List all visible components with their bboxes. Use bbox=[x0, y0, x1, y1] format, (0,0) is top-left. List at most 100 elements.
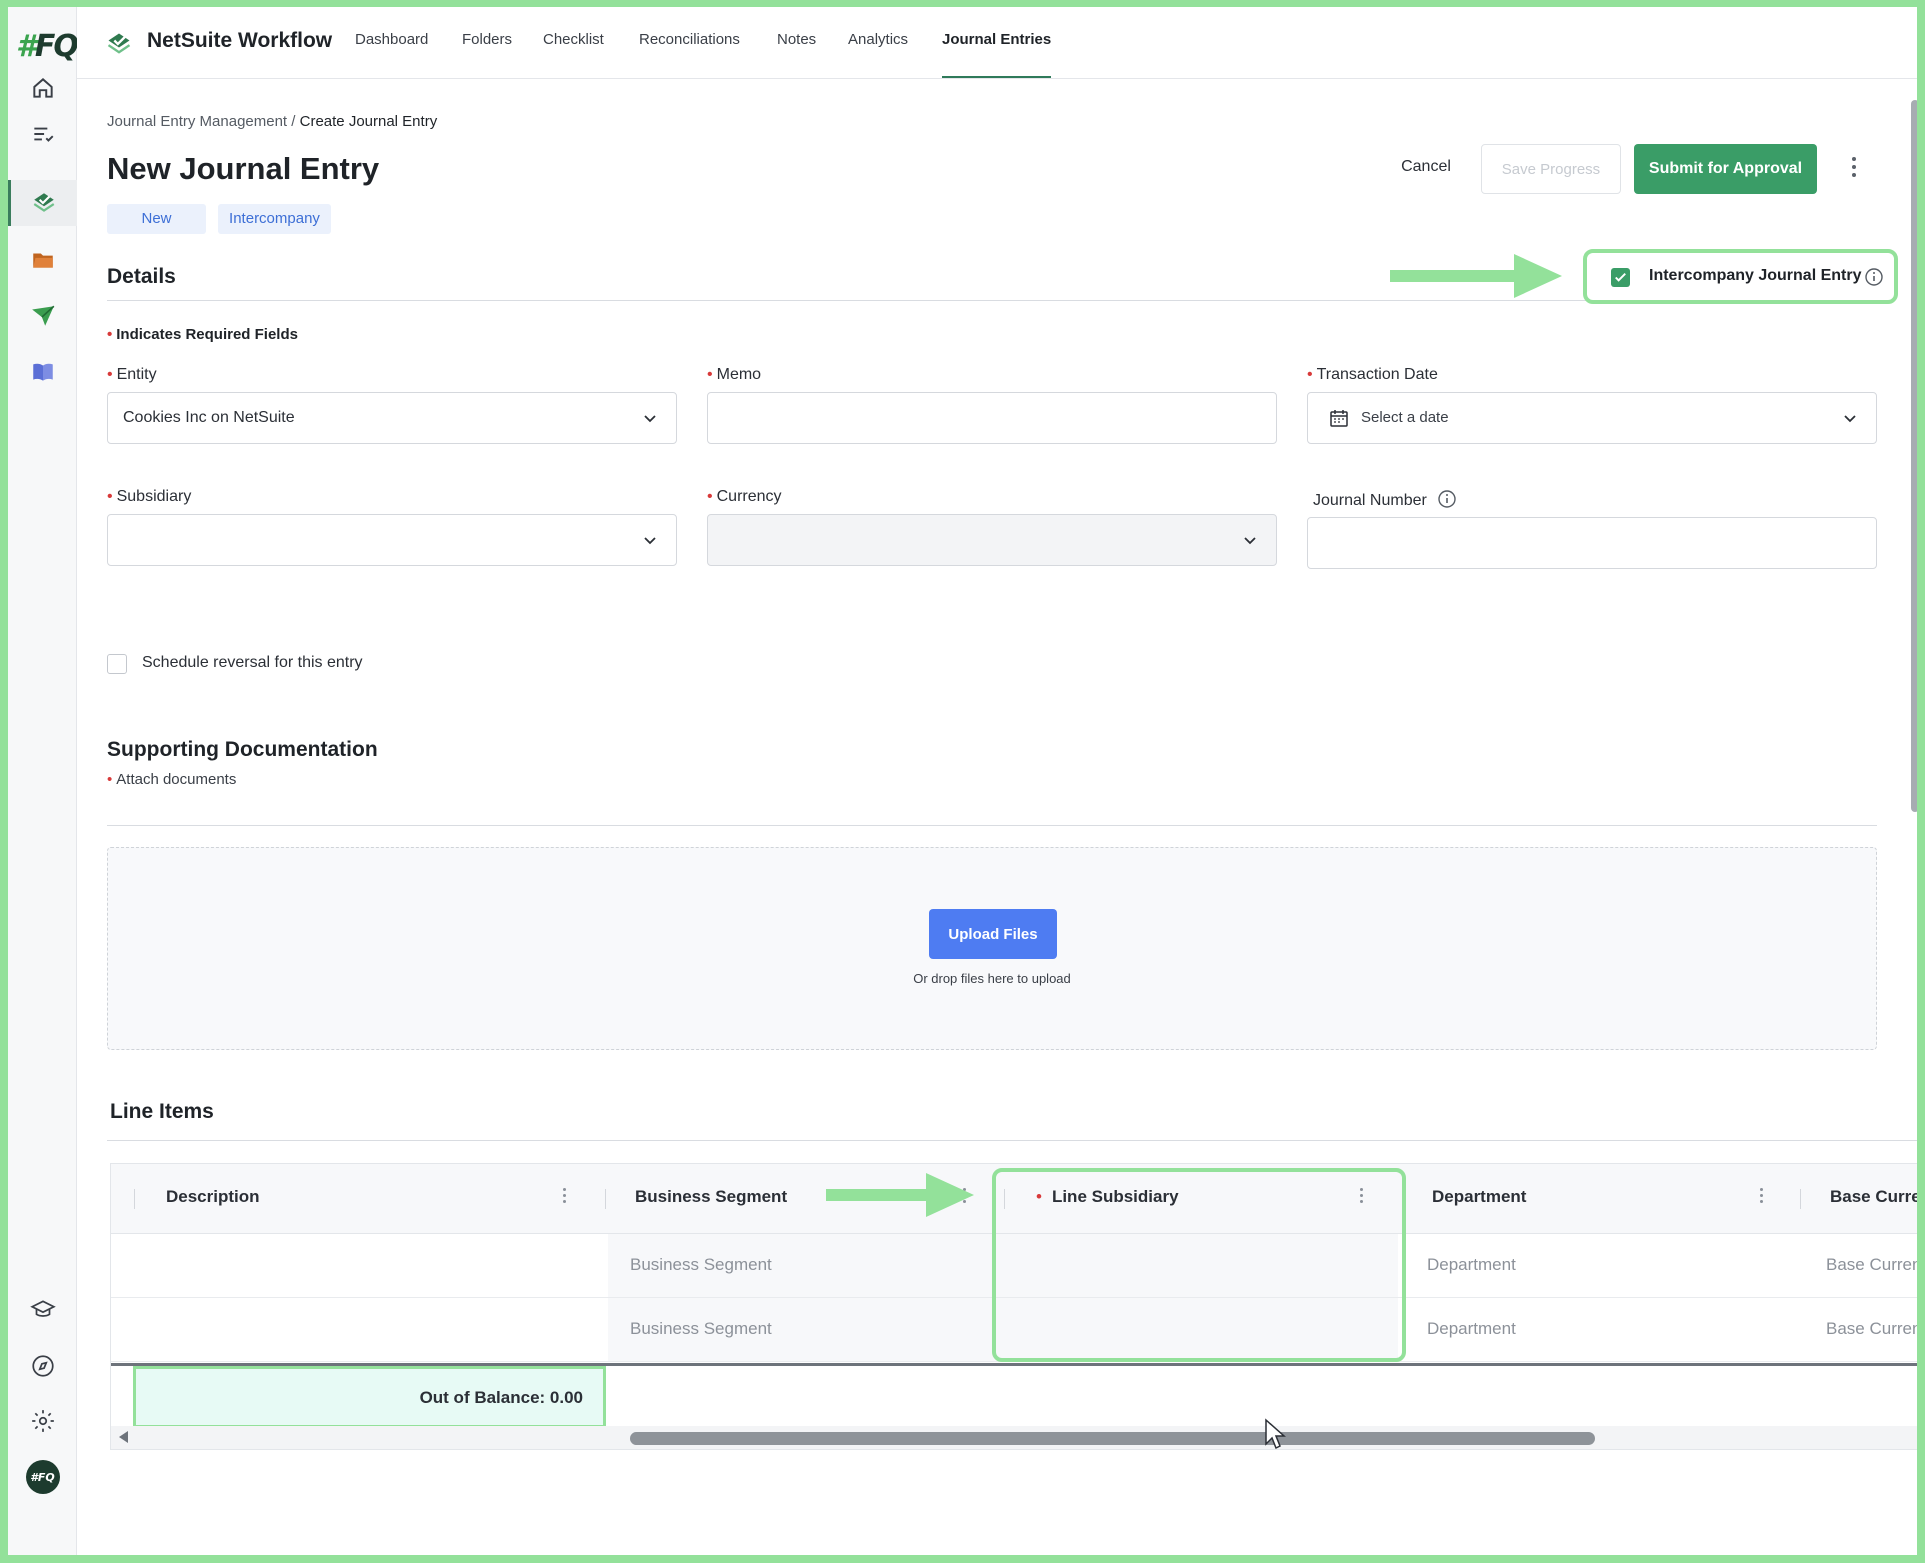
description-cell[interactable] bbox=[111, 1234, 608, 1297]
breadcrumb-separator: / bbox=[291, 113, 296, 130]
memo-input[interactable] bbox=[707, 392, 1277, 444]
save-progress-button[interactable]: Save Progress bbox=[1481, 144, 1621, 194]
department-value[interactable]: Department bbox=[1427, 1319, 1516, 1339]
column-header-business-segment[interactable]: Business Segment bbox=[635, 1187, 787, 1207]
transaction-date-picker[interactable]: Select a date bbox=[1307, 392, 1877, 444]
memo-label-text: Memo bbox=[716, 366, 762, 383]
status-badge-new: New bbox=[107, 204, 206, 234]
more-options-icon[interactable] bbox=[1844, 153, 1864, 185]
logo-letters: FQ bbox=[34, 29, 79, 64]
column-separator bbox=[1800, 1189, 1801, 1209]
breadcrumb-parent-link[interactable]: Journal Entry Management bbox=[107, 113, 287, 130]
upload-files-button[interactable]: Upload Files bbox=[929, 909, 1057, 959]
mouse-cursor-icon bbox=[1265, 1418, 1286, 1450]
line-items-divider bbox=[107, 1140, 1917, 1141]
column-separator bbox=[605, 1189, 606, 1209]
tab-checklist[interactable]: Checklist bbox=[543, 31, 604, 78]
entity-label: • Entity bbox=[107, 366, 157, 383]
memo-label: • Memo bbox=[707, 366, 762, 383]
learning-icon[interactable] bbox=[8, 1287, 77, 1333]
attach-documents-text: Attach documents bbox=[116, 771, 237, 788]
column-header-description[interactable]: Description bbox=[166, 1187, 260, 1207]
avatar-label: #FQ bbox=[25, 1460, 60, 1494]
tab-notes[interactable]: Notes bbox=[777, 31, 816, 78]
gear-icon[interactable] bbox=[8, 1398, 77, 1444]
intercompany-toggle-highlight: Intercompany Journal Entry bbox=[1583, 249, 1898, 304]
subsidiary-select[interactable] bbox=[107, 514, 677, 566]
out-of-balance-text: Out of Balance: 0.00 bbox=[419, 1388, 583, 1407]
tasks-icon[interactable] bbox=[8, 111, 77, 157]
column-menu-icon[interactable] bbox=[1760, 1188, 1764, 1208]
base-currency-value[interactable]: Base Curren bbox=[1826, 1319, 1917, 1339]
currency-select[interactable] bbox=[707, 514, 1277, 566]
info-icon[interactable] bbox=[1437, 489, 1457, 509]
journal-number-input[interactable] bbox=[1307, 517, 1877, 569]
department-value[interactable]: Department bbox=[1427, 1255, 1516, 1275]
business-segment-value: Business Segment bbox=[630, 1319, 772, 1338]
chevron-down-icon bbox=[1844, 415, 1856, 423]
breadcrumb: Journal Entry Management / Create Journa… bbox=[107, 113, 437, 130]
transaction-date-placeholder: Select a date bbox=[1361, 409, 1449, 426]
app-title: NetSuite Workflow bbox=[147, 29, 333, 52]
compass-icon[interactable] bbox=[8, 1343, 77, 1389]
journal-number-label: Journal Number bbox=[1313, 489, 1457, 510]
tab-folders[interactable]: Folders bbox=[462, 31, 512, 78]
chevron-down-icon bbox=[644, 537, 656, 545]
send-icon[interactable] bbox=[8, 293, 77, 339]
entity-value: Cookies Inc on NetSuite bbox=[123, 409, 295, 426]
calendar-icon bbox=[1330, 410, 1348, 427]
chevron-down-icon bbox=[644, 415, 656, 423]
tab-reconciliations[interactable]: Reconciliations bbox=[639, 31, 740, 78]
tab-analytics[interactable]: Analytics bbox=[848, 31, 908, 78]
base-currency-value[interactable]: Base Curren bbox=[1826, 1255, 1917, 1275]
scroll-left-arrow-icon[interactable] bbox=[119, 1431, 128, 1443]
netsuite-workflow-logo-icon bbox=[107, 33, 131, 54]
currency-label-text: Currency bbox=[716, 488, 782, 505]
journal-number-label-text: Journal Number bbox=[1313, 492, 1427, 509]
tab-dashboard[interactable]: Dashboard bbox=[355, 31, 428, 78]
out-of-balance-indicator: Out of Balance: 0.00 bbox=[133, 1366, 606, 1428]
book-icon[interactable] bbox=[8, 349, 77, 395]
horizontal-scroll-thumb[interactable] bbox=[630, 1432, 1595, 1445]
fq-logo[interactable]: #FQ bbox=[16, 29, 79, 64]
transaction-date-label-text: Transaction Date bbox=[1316, 366, 1438, 383]
tab-journal-entries[interactable]: Journal Entries bbox=[942, 31, 1052, 78]
details-heading: Details bbox=[107, 265, 176, 288]
file-dropzone[interactable]: Upload Files Or drop files here to uploa… bbox=[107, 847, 1877, 1050]
column-header-department[interactable]: Department bbox=[1432, 1187, 1526, 1207]
currency-label: • Currency bbox=[707, 488, 782, 505]
subsidiary-label: • Subsidiary bbox=[107, 488, 192, 505]
attach-documents-note: • Attach documents bbox=[107, 771, 237, 788]
info-icon[interactable] bbox=[1864, 267, 1884, 287]
submit-for-approval-button[interactable]: Submit for Approval bbox=[1634, 144, 1817, 194]
column-header-base-currency[interactable]: Base Curre bbox=[1830, 1187, 1917, 1207]
intercompany-checkbox[interactable] bbox=[1611, 268, 1630, 287]
intercompany-label[interactable]: Intercompany Journal Entry bbox=[1649, 267, 1862, 285]
drop-hint: Or drop files here to upload bbox=[913, 971, 1071, 986]
schedule-reversal-checkbox[interactable] bbox=[107, 654, 127, 674]
line-subsidiary-highlight bbox=[992, 1168, 1406, 1362]
schedule-reversal-label[interactable]: Schedule reversal for this entry bbox=[142, 654, 363, 672]
folder-icon[interactable] bbox=[8, 237, 77, 283]
required-fields-note: • Indicates Required Fields bbox=[107, 326, 298, 343]
required-note-text: Indicates Required Fields bbox=[116, 326, 298, 343]
chevron-down-icon bbox=[1244, 537, 1256, 545]
vertical-scrollbar[interactable] bbox=[1911, 100, 1919, 812]
entity-select[interactable]: Cookies Inc on NetSuite bbox=[107, 392, 677, 444]
workflow-icon[interactable] bbox=[8, 180, 77, 226]
page-title: New Journal Entry bbox=[107, 151, 380, 186]
status-badge-intercompany: Intercompany bbox=[218, 204, 331, 234]
entity-label-text: Entity bbox=[116, 366, 157, 383]
description-cell[interactable] bbox=[111, 1298, 608, 1361]
user-avatar[interactable]: #FQ bbox=[8, 1454, 77, 1500]
home-icon[interactable] bbox=[8, 65, 77, 111]
column-menu-icon[interactable] bbox=[563, 1188, 567, 1208]
horizontal-scrollbar[interactable] bbox=[111, 1426, 1917, 1449]
cancel-button[interactable]: Cancel bbox=[1376, 145, 1476, 189]
top-navigation: NetSuite Workflow Dashboard Folders Chec… bbox=[77, 7, 1917, 79]
documentation-divider bbox=[107, 825, 1877, 826]
left-sidebar: #FQ #FQ bbox=[8, 7, 79, 1555]
supporting-documentation-heading: Supporting Documentation bbox=[107, 738, 378, 761]
breadcrumb-current: Create Journal Entry bbox=[299, 113, 438, 130]
transaction-date-label: • Transaction Date bbox=[1307, 366, 1438, 383]
